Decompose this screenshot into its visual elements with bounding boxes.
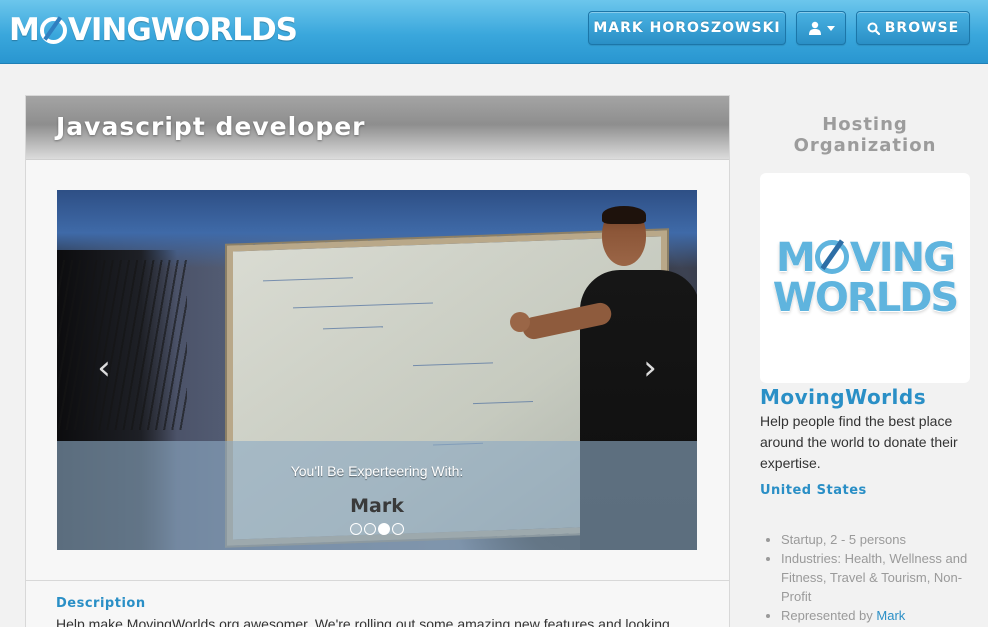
user-profile-button[interactable]: MARK HOROSZOWSKI [588,11,786,45]
represented-by-label: Represented by [781,608,873,623]
description-text: Help make MovingWorlds.org awesomer. We'… [56,616,670,627]
chevron-left-icon: ‹ [97,348,111,388]
panel-header: Javascript developer [26,96,729,160]
carousel-prev-button[interactable]: ‹ [89,348,119,388]
list-item: Startup, 2 - 5 persons [781,530,973,549]
globe-icon [814,240,849,274]
account-menu-button[interactable] [796,11,846,45]
list-item-represented-by: Represented by Mark [781,606,973,625]
organization-country: United States [760,483,867,498]
carousel-caption: You'll Be Experteering With: Mark [57,441,697,550]
search-icon [867,22,880,35]
carousel-indicators [350,523,404,535]
user-name-label: MARK HOROSZOWSKI [593,20,781,36]
carousel-indicator[interactable] [392,523,404,535]
carousel-indicator[interactable] [364,523,376,535]
hosting-organization-heading: Hosting Organization [793,114,937,156]
organization-logo-line1: M VING [776,238,956,278]
slide-photo-wires [57,260,187,430]
organization-logo[interactable]: M VING WORLDS [760,173,970,383]
top-navbar: M VINGWORLDS MARK HOROSZOWSKI BROWSE [0,0,988,64]
carousel-next-button[interactable]: › [635,348,665,388]
organization-facts-list: Startup, 2 - 5 persons Industries: Healt… [781,530,973,625]
chevron-right-icon: › [643,348,657,388]
representative-link[interactable]: Mark [876,608,905,623]
divider [26,580,729,581]
opportunity-panel: Javascript developer ‹ › You'll Be Exper… [25,95,730,627]
browse-label: BROWSE [884,20,960,36]
carousel-indicator[interactable] [350,523,362,535]
organization-logo-line2: WORLDS [772,275,959,321]
caption-expert-name: Mark [350,495,404,517]
chevron-down-icon [826,25,835,31]
page-title: Javascript developer [56,112,366,141]
movingworlds-logo[interactable]: M VINGWORLDS [9,10,298,50]
user-icon [808,21,821,35]
logo-text-start: M [9,12,40,48]
photo-carousel[interactable]: ‹ › You'll Be Experteering With: Mark [57,190,697,550]
organization-name-link[interactable]: MovingWorlds [760,385,926,409]
list-item: Industries: Health, Wellness and Fitness… [781,549,973,606]
globe-icon [39,16,67,44]
carousel-indicator-active[interactable] [378,523,390,535]
caption-kicker: You'll Be Experteering With: [290,463,464,479]
organization-description: Help people find the best place around t… [760,413,958,471]
logo-text-end: VINGWORLDS [67,12,298,48]
browse-button[interactable]: BROWSE [856,11,970,45]
description-heading: Description [56,596,146,611]
